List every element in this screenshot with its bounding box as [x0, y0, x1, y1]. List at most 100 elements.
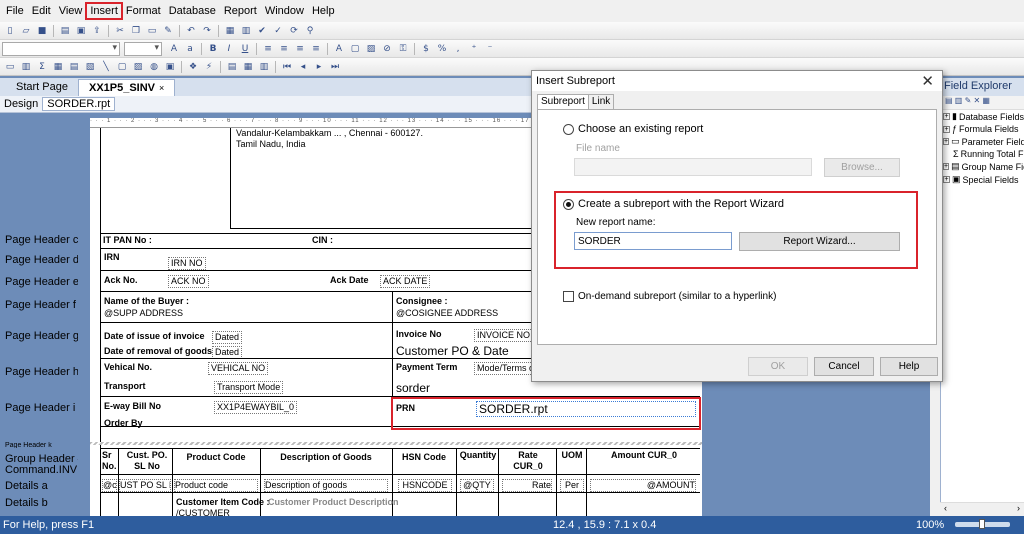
tab-report[interactable]: XX1P5_SINV ×: [77, 79, 176, 96]
align-right-icon[interactable]: ≡: [293, 43, 307, 55]
file-name-input[interactable]: [574, 158, 812, 176]
tab-design[interactable]: Design: [0, 98, 42, 110]
payment-term-label[interactable]: Payment Term: [396, 362, 457, 373]
it-pan-label[interactable]: IT PAN No :: [103, 235, 152, 246]
insert-olap-icon[interactable]: ▤: [67, 61, 81, 73]
detail-sr-field[interactable]: @co: [102, 479, 117, 492]
help-button[interactable]: Help: [880, 357, 938, 376]
suppress-icon[interactable]: ⊘: [380, 43, 394, 55]
ack-date-label[interactable]: Ack Date: [330, 275, 369, 286]
zoom-slider[interactable]: [955, 519, 1010, 529]
col-sr-no[interactable]: Sr No.: [102, 450, 117, 472]
undo-icon[interactable]: ↶: [184, 25, 198, 37]
checkbox-unchecked[interactable]: [563, 291, 574, 302]
cut-icon[interactable]: ✂: [113, 25, 127, 37]
redo-icon[interactable]: ↷: [200, 25, 214, 37]
percent-icon[interactable]: %: [435, 43, 449, 55]
preview-icon[interactable]: ▣: [74, 25, 88, 37]
thousands-icon[interactable]: ,: [451, 43, 465, 55]
select-expert-icon[interactable]: ✔: [255, 25, 269, 37]
section-page-header-g[interactable]: Page Header g: [5, 330, 79, 342]
transport-field[interactable]: Transport Mode: [214, 381, 284, 394]
transport-label[interactable]: Transport: [104, 381, 146, 392]
menu-view[interactable]: View: [55, 3, 87, 19]
report-explorer-icon[interactable]: ▦: [241, 61, 255, 73]
irn-field[interactable]: IRN NO: [168, 257, 206, 270]
on-demand-checkbox[interactable]: On-demand subreport (similar to a hyperl…: [563, 291, 776, 302]
cancel-button[interactable]: Cancel: [814, 357, 874, 376]
expand-icon[interactable]: +: [943, 176, 950, 183]
eway-bill-label[interactable]: E-way Bill No: [104, 401, 161, 412]
customer-item-code-label[interactable]: Customer Item Code :: [176, 497, 270, 508]
tree-special-fields[interactable]: + ▣ Special Fields: [941, 173, 1024, 186]
group-expert-icon[interactable]: ▥: [239, 25, 253, 37]
tree-database-fields[interactable]: + ▮ Database Fields: [941, 110, 1024, 123]
print-icon[interactable]: ▤: [58, 25, 72, 37]
col-uom[interactable]: UOM: [558, 450, 586, 461]
next-page-icon[interactable]: ▸: [312, 61, 326, 73]
expand-icon[interactable]: +: [943, 113, 950, 120]
section-details-a[interactable]: Details a: [5, 480, 48, 492]
date-of-issue-field[interactable]: Dated: [212, 331, 243, 344]
paste-icon[interactable]: ▭: [145, 25, 159, 37]
consignee-label[interactable]: Consignee :: [396, 296, 448, 307]
export-icon[interactable]: ⇪: [90, 25, 104, 37]
format-painter-icon[interactable]: ✎: [161, 25, 175, 37]
eway-bill-field[interactable]: XX1P4EWAYBIL_0: [214, 401, 298, 414]
section-page-header-d[interactable]: Page Header d: [5, 254, 79, 266]
buyer-label[interactable]: Name of the Buyer :: [104, 296, 189, 307]
ack-date-field[interactable]: ACK DATE: [380, 275, 431, 288]
date-of-removal-label[interactable]: Date of removal of goods: [104, 346, 212, 357]
consignee-address-field[interactable]: @COSIGNEE ADDRESS: [396, 308, 498, 319]
insert-ole-icon[interactable]: ❖: [186, 61, 200, 73]
col-rate[interactable]: Rate CUR_0: [504, 450, 552, 472]
company-address-line-2[interactable]: Tamil Nadu, India: [236, 139, 306, 150]
expand-icon[interactable]: +: [943, 163, 950, 170]
menu-report[interactable]: Report: [220, 3, 261, 19]
copy-icon[interactable]: ❐: [129, 25, 143, 37]
tree-group-name-fields[interactable]: + ▤ Group Name Fie: [941, 160, 1024, 173]
menu-edit[interactable]: Edit: [28, 3, 55, 19]
formula-icon[interactable]: ✓: [271, 25, 285, 37]
tree-parameter-fields[interactable]: + ▭ Parameter Fields: [941, 135, 1024, 148]
repository-explorer-icon[interactable]: ▥: [257, 61, 271, 73]
detail-amount-field[interactable]: @AMOUNT: [590, 479, 696, 492]
customer-product-description-field[interactable]: Customer Product Description: [268, 497, 399, 508]
ack-no-label[interactable]: Ack No.: [104, 275, 138, 286]
currency-icon[interactable]: $: [419, 43, 433, 55]
database-expert-icon[interactable]: ▦: [223, 25, 237, 37]
detail-qty-field[interactable]: @QTY: [460, 479, 494, 492]
justify-icon[interactable]: ≡: [309, 43, 323, 55]
close-tab-icon[interactable]: ×: [159, 83, 164, 93]
detail-description-field[interactable]: Description of goods: [264, 479, 388, 492]
tab-subreport[interactable]: SORDER.rpt: [42, 97, 116, 111]
detail-uom-field[interactable]: Per: [560, 479, 584, 492]
col-product-code[interactable]: Product Code: [176, 452, 256, 463]
menu-format[interactable]: Format: [122, 3, 165, 19]
insert-line-icon[interactable]: ╲: [99, 61, 113, 73]
find-icon[interactable]: ⚲: [303, 25, 317, 37]
col-cust-po[interactable]: Cust. PO. SL No: [126, 450, 168, 472]
align-center-icon[interactable]: ≡: [277, 43, 291, 55]
border-icon[interactable]: ▢: [348, 43, 362, 55]
detail-product-code-field[interactable]: Product code: [174, 479, 258, 492]
menu-insert[interactable]: Insert: [85, 2, 123, 20]
vehical-no-label[interactable]: Vehical No.: [104, 362, 152, 373]
tab-subreport-settings[interactable]: Subreport: [537, 94, 589, 109]
detail-hsn-field[interactable]: HSNCODE: [398, 479, 452, 492]
grow-font-icon[interactable]: A: [167, 43, 181, 55]
ok-button[interactable]: OK: [748, 357, 808, 376]
browse-button[interactable]: Browse...: [824, 158, 900, 177]
invoice-no-field[interactable]: INVOICE NO: [474, 329, 534, 342]
refresh-icon[interactable]: ⟳: [287, 25, 301, 37]
col-quantity[interactable]: Quantity: [458, 450, 498, 461]
decrease-decimal-icon[interactable]: ⁻: [483, 43, 497, 55]
field-explorer-scrollbar[interactable]: ‹ ›: [940, 502, 1024, 516]
insert-text-icon[interactable]: ▭: [3, 61, 17, 73]
font-size-select[interactable]: [124, 41, 162, 56]
bold-icon[interactable]: B: [206, 43, 220, 55]
shrink-font-icon[interactable]: a: [183, 43, 197, 55]
insert-group-icon[interactable]: ▥: [19, 61, 33, 73]
section-page-header-i[interactable]: Page Header i: [5, 402, 75, 414]
scroll-left-icon[interactable]: ‹: [944, 503, 947, 516]
